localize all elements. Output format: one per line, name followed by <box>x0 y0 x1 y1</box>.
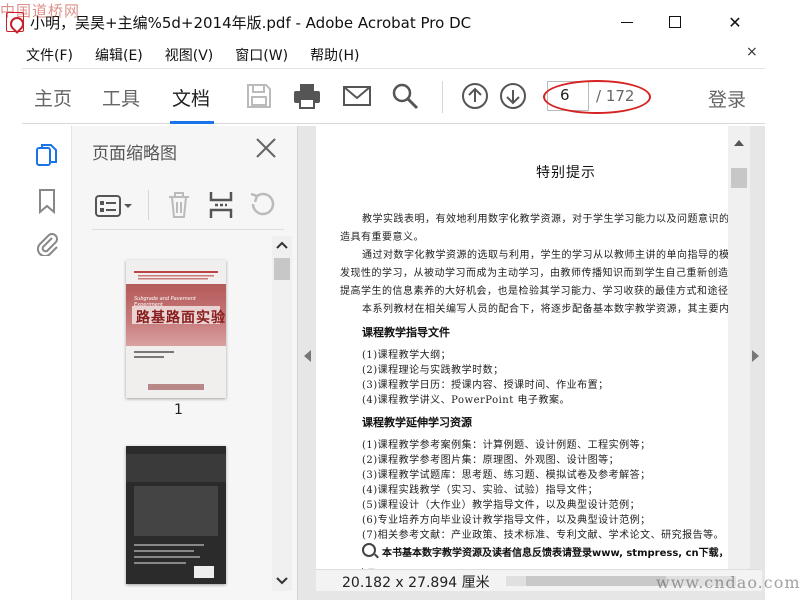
close-icon: ✕ <box>728 12 742 32</box>
window-close-button[interactable]: ✕ <box>712 6 758 38</box>
window-title: 小明，吴昊+主编%5d+2014年版.pdf - Adobe Acrobat P… <box>30 14 472 32</box>
list-item: (4)课程教学讲义、PowerPoint 电子教案。 <box>362 395 570 406</box>
active-tab-indicator <box>170 121 214 124</box>
list-item: (3)课程教学试题库：思考题、练习题、模拟试卷及参考解答； <box>362 470 651 481</box>
toolbar-separator <box>442 81 443 113</box>
main-toolbar: 主页 工具 文档 6 / 172 登录 <box>22 68 765 124</box>
list-item: (2)课程教学参考图片集：原理图、外观图、设计图等； <box>362 455 620 466</box>
annotation-ellipse <box>543 80 651 114</box>
tools-separator <box>148 190 149 220</box>
minimize-button[interactable] <box>604 6 650 38</box>
list-item: (5)课程设计（大作业）教学指导文件，以及典型设计范例； <box>362 500 641 511</box>
scroll-up-icon[interactable] <box>734 140 744 146</box>
save-icon[interactable] <box>244 81 274 111</box>
delete-page-icon[interactable] <box>166 190 192 220</box>
scroll-up-icon[interactable] <box>276 240 288 250</box>
thumbnail-page-1[interactable]: Subgrade and Pavement Experiment 路基路面实验 <box>126 260 226 398</box>
menu-bar: 文件(F) 编辑(E) 视图(V) 窗口(W) 帮助(H) <box>0 44 765 66</box>
menu-window[interactable]: 窗口(W) <box>235 45 296 65</box>
search-icon[interactable] <box>390 81 420 111</box>
back-cover-box <box>134 486 218 536</box>
email-icon[interactable] <box>342 81 372 111</box>
list-item: (4)课程实践教学（实习、实验、试验）指导文件； <box>362 485 599 496</box>
page-size-readout: 20.182 x 27.894 厘米 <box>342 575 490 591</box>
attachment-icon[interactable] <box>34 230 60 256</box>
menu-file[interactable]: 文件(F) <box>26 45 81 65</box>
scrollbar-thumb[interactable] <box>731 168 747 188</box>
thumbnail-page-2[interactable] <box>126 446 226 584</box>
thumbnails-pane: 页面缩略图 Subgrade and Pavement Experiment 路… <box>72 126 298 600</box>
thumbnail-label-1: 1 <box>174 402 183 418</box>
magnifier-icon <box>362 543 376 557</box>
watermark-top-left: 中国道桥网 <box>0 2 81 20</box>
section-title: 课程教学延伸学习资源 <box>362 416 472 429</box>
login-link[interactable]: 登录 <box>708 85 746 112</box>
back-cover-band <box>126 454 226 482</box>
pane-title: 页面缩略图 <box>92 144 177 164</box>
close-pane-icon[interactable] <box>252 134 280 162</box>
collapse-left-panel-icon[interactable] <box>304 350 311 362</box>
document-page: 特别提示 教学实践表明，有效地利用数字化教学资源，对于学生学习能力以及问题意识的… <box>316 126 728 574</box>
paragraph-line: 提高学生的信息素养的大好机会，也是检验其学习能力、学习收获的最佳方式和途径之一。 <box>340 286 728 297</box>
minimize-icon <box>621 21 633 23</box>
maximize-button[interactable] <box>652 6 698 38</box>
footer-note: 本书基本数字教学资源及读者信息反馈表请登录www, stmpress, cn下载… <box>382 548 728 559</box>
previous-page-icon[interactable] <box>460 81 490 111</box>
pane-divider <box>92 229 284 230</box>
document-scrollbar[interactable] <box>728 126 750 574</box>
cover-title: 路基路面实验 <box>136 310 226 326</box>
menu-view[interactable]: 视图(V) <box>165 45 222 65</box>
paragraph-line: 造具有重要意义。 <box>340 232 424 243</box>
page-thumbnails-icon[interactable] <box>34 142 60 168</box>
undo-icon[interactable] <box>248 190 276 220</box>
bookmark-icon[interactable] <box>34 188 60 214</box>
cover-author-lines <box>134 351 174 358</box>
scrollbar-thumb[interactable] <box>274 258 290 280</box>
horizontal-scroll-thumb[interactable] <box>526 576 666 586</box>
menu-edit[interactable]: 编辑(E) <box>95 45 151 65</box>
paragraph-line: 本系列教材在相关编写人员的配合下，将逐步配备基本数字教学资源，其主要内容包括 <box>362 304 728 315</box>
title-bar: 小明，吴昊+主编%5d+2014年版.pdf - Adobe Acrobat P… <box>0 0 800 44</box>
list-item: (7)相关参考文献：产业政策、技术标准、专利文献、学术论文、研究报告等。 <box>362 530 725 541</box>
insert-page-icon[interactable] <box>208 190 234 220</box>
print-icon[interactable] <box>292 81 322 111</box>
tab-home[interactable]: 主页 <box>34 84 72 111</box>
options-menu-icon[interactable] <box>94 192 134 220</box>
page-heading: 特别提示 <box>536 165 596 181</box>
list-item: (3)课程教学日历：授课内容、授课时间、作业布置； <box>362 380 609 391</box>
tab-tools[interactable]: 工具 <box>102 84 140 111</box>
left-rail <box>22 126 72 600</box>
cover-publisher-mark <box>148 384 204 390</box>
tab-document[interactable]: 文档 <box>172 84 210 111</box>
watermark-bottom-right: www.cndao.com <box>656 573 800 592</box>
list-item: (1)课程教学参考案例集：计算例题、设计例题、工程实例等； <box>362 440 651 451</box>
scroll-down-icon[interactable] <box>276 576 288 586</box>
cover-header-lines <box>134 271 218 280</box>
thumbnail-tools <box>72 184 298 230</box>
list-item: (1)课程教学大纲； <box>362 350 452 361</box>
thumbnails-scrollbar[interactable] <box>272 236 292 591</box>
paragraph-line: 通过对数字化教学资源的选取与利用，学生的学习从以教师主讲的单向指导的模式而 <box>362 250 728 261</box>
expand-right-panel-icon[interactable] <box>752 350 759 362</box>
maximize-icon <box>669 16 681 28</box>
menu-help[interactable]: 帮助(H) <box>310 45 367 65</box>
back-cover-text-lines <box>134 544 214 578</box>
list-item: (2)课程理论与实践教学时数； <box>362 365 504 376</box>
section-title: 课程教学指导文件 <box>362 326 450 339</box>
list-item: (6)专业培养方向毕业设计教学指导文件，以及典型设计范例； <box>362 515 651 526</box>
paragraph-line: 发现性的学习，从被动学习而成为主动学习，由教师传播知识而到学生自己重新创造知识。 <box>340 268 728 279</box>
paragraph-line: 教学实践表明，有效地利用数字化教学资源，对于学生学习能力以及问题意识的培养乃 <box>362 214 728 225</box>
document-close-button[interactable]: × <box>746 44 758 60</box>
next-page-icon[interactable] <box>498 81 528 111</box>
